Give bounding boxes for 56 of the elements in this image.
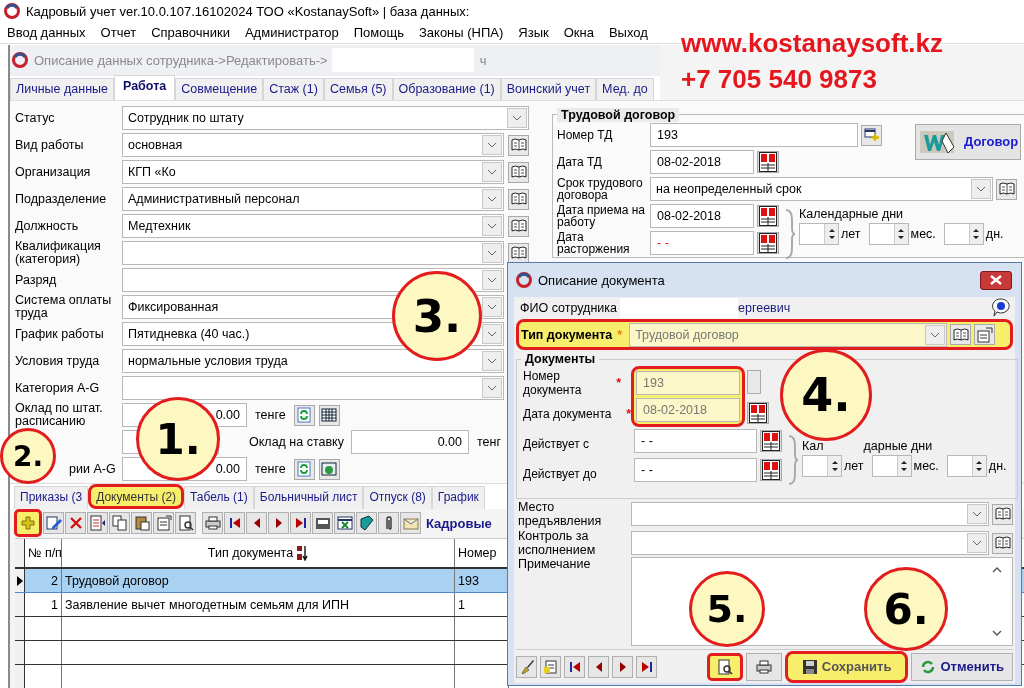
- unit-label: дн.: [985, 226, 1004, 241]
- required-mark: *: [617, 327, 623, 342]
- unit-label: лет: [841, 226, 861, 241]
- field-label: Разряд: [15, 273, 58, 287]
- field-label: Дата приема на работу: [557, 204, 646, 229]
- field-label: Срок трудового договора: [557, 177, 644, 202]
- unit-label: мес.: [913, 459, 939, 473]
- field-label: Место предъявления: [517, 500, 603, 528]
- field-label: Подразделение: [15, 192, 108, 206]
- window-title-end: ч: [479, 53, 487, 68]
- field-label: График работы: [15, 327, 105, 341]
- table-cell: 1: [25, 593, 62, 616]
- days-label: дарные дни: [863, 439, 933, 453]
- field-label: Действует с: [523, 437, 590, 451]
- window-title: Описание данных сотрудника->Редактировать->: [34, 53, 328, 68]
- field-label: Дата ТД: [557, 156, 603, 169]
- employee-name: ергеевич: [738, 301, 791, 315]
- field-label: Номер документа: [523, 369, 583, 397]
- field-label: Система оплаты труда: [15, 294, 113, 321]
- window-title: Кадровый учет ver.10.0.107.16102024 ТОО «KostanaySoft» | база данных:: [26, 3, 470, 19]
- field-label: Категория A-G: [15, 381, 101, 395]
- field-label: Примечание: [517, 557, 592, 571]
- days-label: Кал: [802, 439, 824, 453]
- field-label: Оклад по штат. расписанию: [15, 402, 104, 429]
- field-label: Статус: [15, 111, 56, 125]
- unit-label: дн.: [988, 459, 1007, 473]
- field-label: Контроль за исполнением: [517, 529, 597, 557]
- field-label: Вид работы: [15, 138, 85, 152]
- toolbar-title: Кадровые: [426, 516, 492, 531]
- field-label: Оклад на ставку: [249, 435, 344, 450]
- field-label: Квалификация (категория): [15, 240, 102, 267]
- field-label: Организация: [15, 165, 92, 179]
- field-label: Тип документа: [521, 327, 613, 342]
- currency-label: тенге: [255, 408, 286, 423]
- field-label: рии A-G: [69, 461, 116, 476]
- table-cell: Трудовой договор: [62, 569, 455, 592]
- field-label: Номер ТД: [557, 129, 614, 142]
- required-mark: *: [616, 376, 621, 390]
- field-label: Должность: [15, 219, 80, 233]
- field-label: Дата документа: [523, 406, 612, 421]
- field-label: ФИО сотрудника: [519, 301, 618, 315]
- dialog-title: Описание документа: [538, 272, 665, 288]
- currency-label: тенге: [255, 462, 286, 477]
- table-cell: Заявление вычет многодетным семьям для ИПН: [62, 593, 455, 616]
- unit-label: лет: [844, 459, 864, 473]
- days-label: Календарные дни: [799, 206, 905, 221]
- phone-text: +7 705 540 9873: [681, 63, 878, 95]
- required-mark: *: [626, 406, 631, 421]
- unit-label: мес.: [910, 226, 936, 241]
- field-label: Дата расторжения: [557, 231, 631, 256]
- group-title: Трудовой договор: [557, 107, 680, 122]
- currency-label: тенг: [476, 435, 501, 450]
- field-label: Условия труда: [15, 354, 101, 368]
- table-cell: 2: [25, 569, 62, 592]
- website-text: www.kostanaysoft.kz: [681, 27, 943, 59]
- field-label: Действует до: [523, 467, 597, 481]
